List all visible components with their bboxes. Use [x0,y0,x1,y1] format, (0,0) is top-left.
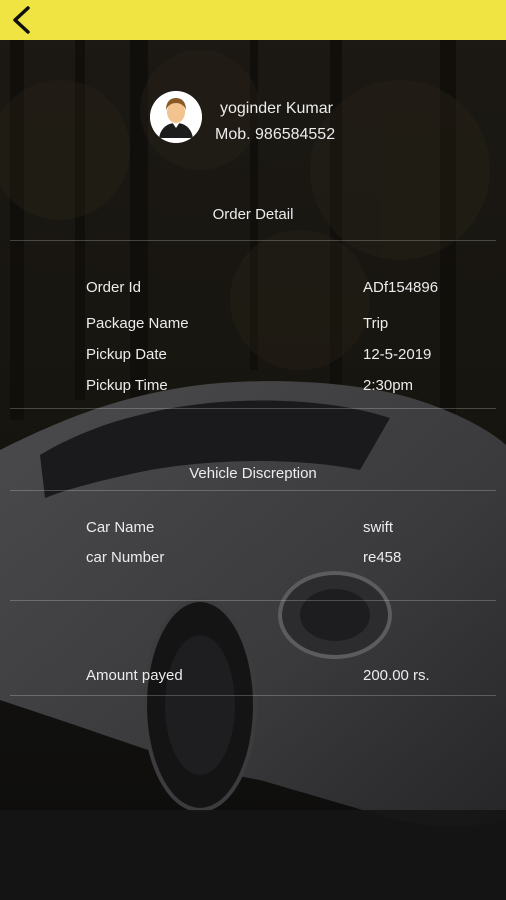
pickup-time-label: Pickup Time [86,377,168,394]
divider [10,490,496,491]
pickup-date-label: Pickup Date [86,346,167,363]
vehicle-description-title: Vehicle Discreption [189,465,317,482]
order-id-value: ADf154896 [363,279,439,296]
pickup-date-value: 12-5-2019 [363,346,432,363]
amount-label: Amount payed [86,667,183,684]
order-id-label: Order Id [86,279,142,296]
amount-value: 200.00 rs. [363,667,430,684]
pickup-time-value: 2:30pm [363,377,414,394]
divider [10,408,496,409]
user-name: yoginder Kumar [220,100,333,117]
divider [10,240,496,241]
divider [10,695,496,696]
top-bar [0,0,506,40]
car-name-value: swift [363,519,393,536]
package-name-label: Package Name [86,315,189,332]
car-number-label: car Number [86,549,165,566]
user-avatar-icon [150,91,202,143]
car-name-label: Car Name [86,519,155,536]
car-number-value: re458 [363,549,402,566]
order-detail-title: Order Detail [212,206,294,223]
user-mobile: Mob. 986584552 [215,126,336,143]
chevron-left-icon [13,6,30,34]
package-name-value: Trip [363,315,389,332]
divider [10,600,496,601]
back-button[interactable] [6,3,40,37]
